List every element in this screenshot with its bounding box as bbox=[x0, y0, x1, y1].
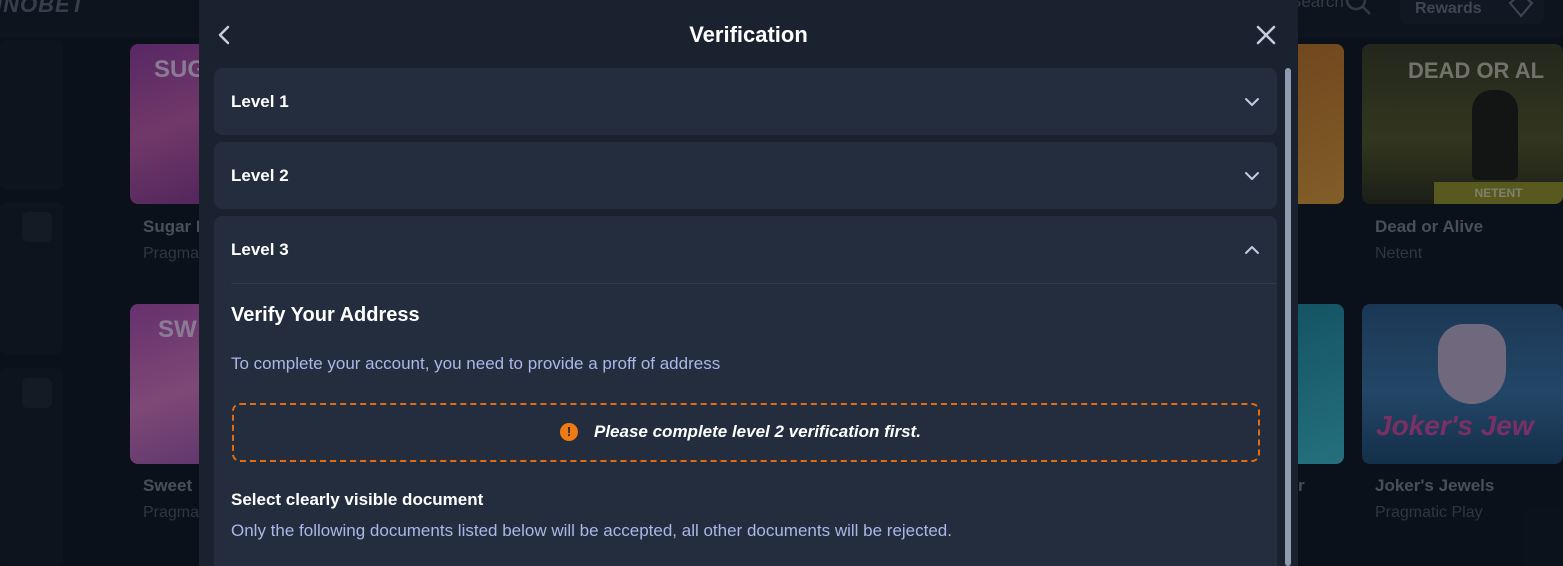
accordion-level-2: Level 2 bbox=[214, 142, 1277, 209]
accordion-level-1: Level 1 bbox=[214, 68, 1277, 135]
chevron-down-icon bbox=[1245, 172, 1259, 180]
modal-title: Verification bbox=[689, 22, 808, 47]
warning-text: Please complete level 2 verification fir… bbox=[594, 422, 921, 441]
chevron-down-icon bbox=[1245, 98, 1259, 106]
document-note: Only the following documents listed belo… bbox=[231, 521, 952, 540]
close-icon[interactable] bbox=[1253, 22, 1279, 48]
accordion-header-level-2[interactable]: Level 2 bbox=[214, 142, 1277, 209]
warning-box: ! Please complete level 2 verification f… bbox=[232, 403, 1260, 462]
accordion-header-level-1[interactable]: Level 1 bbox=[214, 68, 1277, 135]
section-description: To complete your account, you need to pr… bbox=[231, 354, 721, 373]
chevron-up-icon bbox=[1245, 246, 1259, 254]
divider bbox=[231, 283, 1277, 284]
document-heading: Select clearly visible document bbox=[231, 490, 484, 509]
info-icon: ! bbox=[560, 423, 578, 441]
section-heading: Verify Your Address bbox=[231, 304, 420, 326]
scrollbar-thumb[interactable] bbox=[1285, 68, 1291, 566]
accordion-header-level-3[interactable]: Level 3 bbox=[214, 216, 1277, 283]
accordion-level-3: Level 3 Verify Your Address To complete … bbox=[214, 216, 1277, 566]
verification-modal: Verification Level 1 Level 2 Level 3 Ver… bbox=[199, 0, 1298, 566]
accordion-label: Level 2 bbox=[231, 166, 289, 185]
accordion-label: Level 3 bbox=[231, 240, 289, 259]
accordion-label: Level 1 bbox=[231, 92, 289, 111]
scrollbar[interactable] bbox=[1285, 68, 1291, 566]
